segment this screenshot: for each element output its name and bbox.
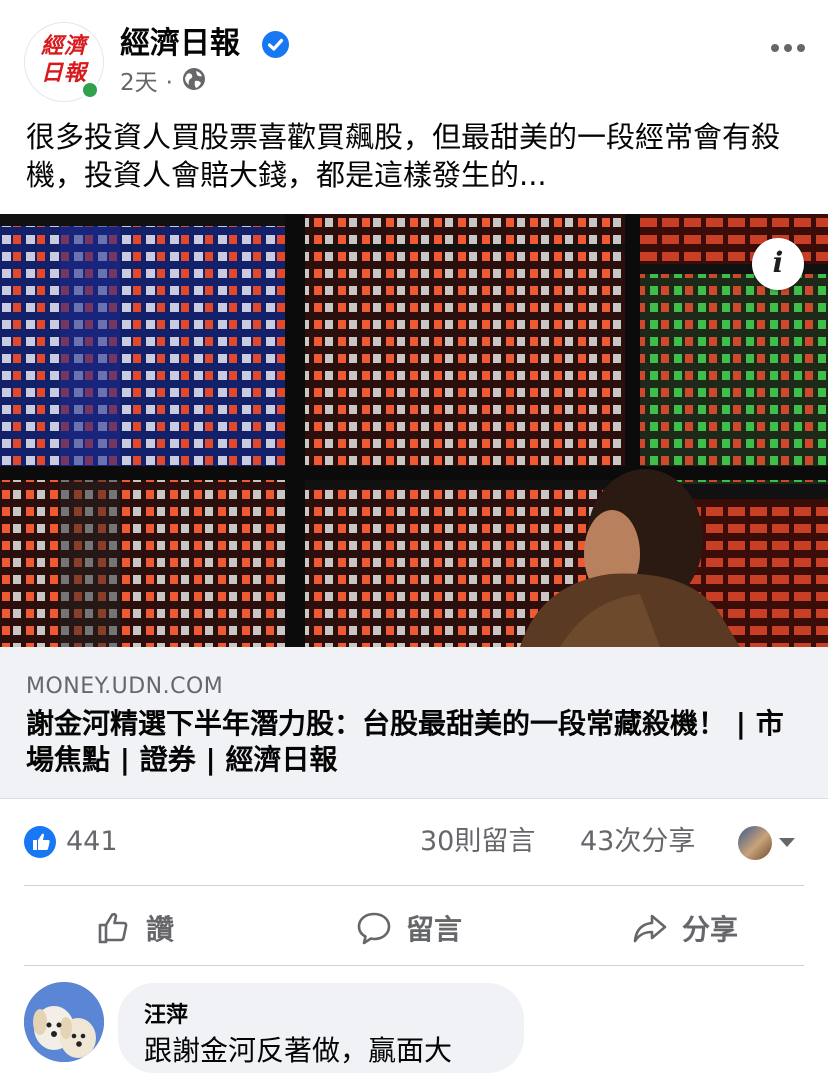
page-logo-text: 經濟日報 [40,33,87,86]
viewer-avatar[interactable] [738,826,772,860]
page-name[interactable]: 經濟日報 [120,24,240,64]
comment-text: 跟謝金河反著做，贏面大 [144,1034,453,1067]
info-icon[interactable]: i [752,238,804,290]
info-badge-label: i [772,246,784,279]
post-caption: 很多投資人買股票喜歡買飆股，但最甜美的一段經常會有殺機，投資人會賠大錢，都是這樣… [26,120,781,192]
share-button-label: 分享 [682,913,739,946]
comment-count[interactable]: 30則留言 [420,824,535,860]
comment-author[interactable]: 汪萍 [144,997,188,1029]
share-icon [632,910,668,946]
divider [24,885,804,886]
online-status-dot [80,80,100,100]
comment-button-label: 留言 [406,913,463,946]
chevron-down-icon[interactable] [779,838,795,847]
comment-button[interactable]: 留言 [356,900,462,956]
thumbs-up-icon [96,910,132,946]
share-count[interactable]: 43次分享 [580,824,695,860]
like-count[interactable]: 441 [66,824,118,860]
comment-icon [356,910,392,946]
like-reaction-icon[interactable] [24,826,56,858]
link-domain: MONEY.UDN.COM [26,674,224,699]
like-button-label: 讚 [146,913,175,946]
meta-separator: · [165,70,173,96]
link-preview-image[interactable] [0,214,828,647]
like-button[interactable]: 讚 [96,900,174,956]
avatar[interactable] [24,982,104,1062]
share-button[interactable]: 分享 [632,900,738,956]
verified-badge-icon [262,31,289,58]
divider [24,965,804,966]
post-timestamp[interactable]: 2天 [120,68,158,98]
globe-icon [181,66,207,100]
post-meta: 2天 · [120,66,207,100]
link-title[interactable]: 謝金河精選下半年潛力股：台股最甜美的一段常藏殺機！ | 市場焦點 | 證券 | … [26,706,796,778]
more-options-icon[interactable] [770,38,806,52]
